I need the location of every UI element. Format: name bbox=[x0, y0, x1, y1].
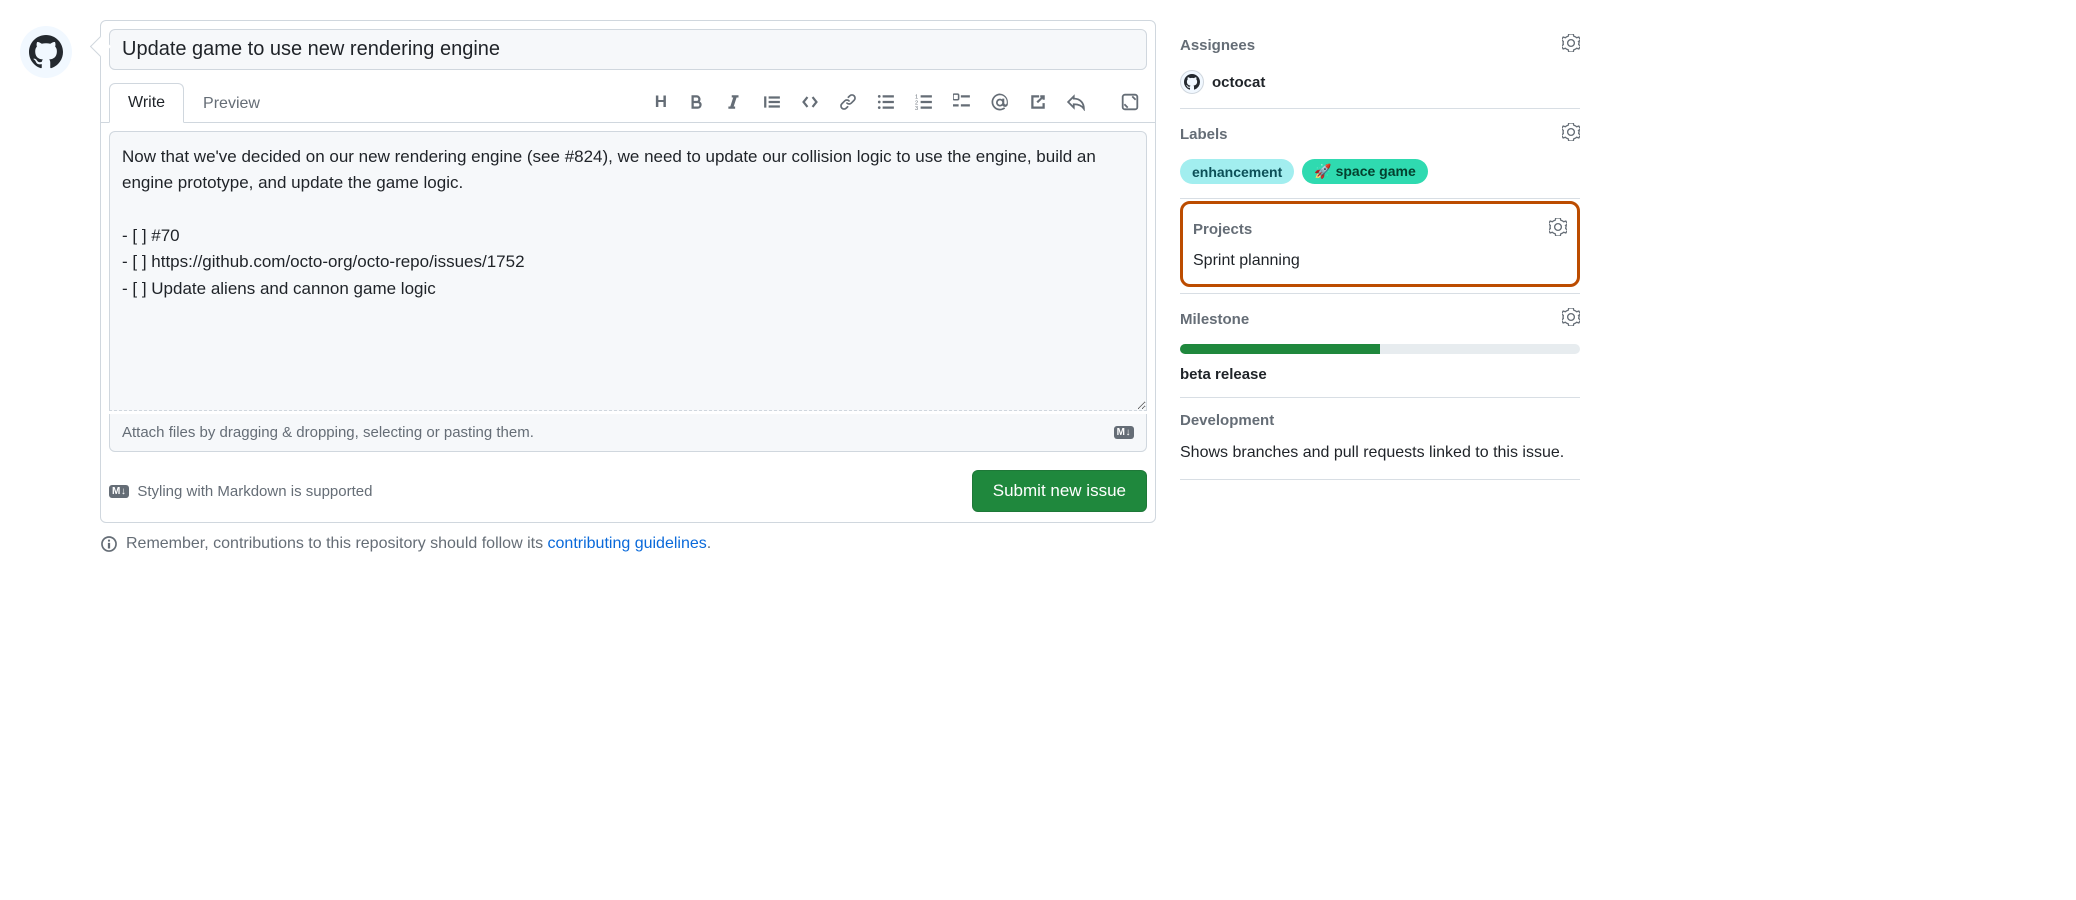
sidebar-development: Development Shows branches and pull requ… bbox=[1180, 398, 1580, 480]
link-icon[interactable] bbox=[839, 93, 857, 111]
projects-header: Projects bbox=[1193, 221, 1252, 238]
info-icon bbox=[100, 535, 118, 553]
development-header: Development bbox=[1180, 412, 1274, 429]
contributing-guidelines-note: Remember, contributions to this reposito… bbox=[100, 535, 1156, 553]
assignees-header: Assignees bbox=[1180, 37, 1255, 54]
svg-text:3: 3 bbox=[915, 106, 918, 111]
assignee-item[interactable]: octocat bbox=[1180, 70, 1580, 94]
milestone-header: Milestone bbox=[1180, 311, 1249, 328]
contributing-guidelines-link[interactable]: contributing guidelines bbox=[548, 535, 707, 552]
sidebar-labels: Labels enhancement 🚀 space game bbox=[1180, 109, 1580, 199]
markdown-hint-text: Styling with Markdown is supported bbox=[137, 483, 372, 500]
label-pill[interactable]: enhancement bbox=[1180, 159, 1294, 184]
guidelines-suffix: . bbox=[707, 535, 711, 552]
project-value[interactable]: Sprint planning bbox=[1193, 252, 1567, 270]
guidelines-prefix: Remember, contributions to this reposito… bbox=[126, 535, 548, 552]
ordered-list-icon[interactable]: 123 bbox=[915, 93, 933, 111]
reply-icon[interactable] bbox=[1067, 93, 1085, 111]
gear-icon[interactable] bbox=[1549, 218, 1567, 240]
markdown-badge-icon: M↓ bbox=[109, 485, 129, 498]
unordered-list-icon[interactable] bbox=[877, 93, 895, 111]
issue-title-input[interactable] bbox=[109, 29, 1147, 70]
milestone-name[interactable]: beta release bbox=[1180, 366, 1580, 383]
tab-preview[interactable]: Preview bbox=[184, 84, 279, 123]
development-description: Shows branches and pull requests linked … bbox=[1180, 441, 1580, 465]
label-pill[interactable]: 🚀 space game bbox=[1302, 159, 1427, 184]
sidebar-milestone: Milestone beta release bbox=[1180, 293, 1580, 398]
gear-icon[interactable] bbox=[1562, 123, 1580, 145]
gear-icon[interactable] bbox=[1562, 308, 1580, 330]
tasklist-icon[interactable] bbox=[953, 93, 971, 111]
markdown-supported-hint[interactable]: M↓ Styling with Markdown is supported bbox=[109, 483, 372, 500]
bold-icon[interactable] bbox=[687, 93, 705, 111]
assignee-avatar bbox=[1180, 70, 1204, 94]
sidebar-projects: Projects Sprint planning bbox=[1180, 201, 1580, 287]
cross-reference-icon[interactable] bbox=[1029, 93, 1047, 111]
labels-header: Labels bbox=[1180, 126, 1228, 143]
code-icon[interactable] bbox=[801, 93, 819, 111]
heading-icon[interactable]: H bbox=[655, 92, 667, 112]
submit-issue-button[interactable]: Submit new issue bbox=[972, 470, 1147, 512]
milestone-progress-bar bbox=[1180, 344, 1580, 354]
assignee-username: octocat bbox=[1212, 74, 1265, 91]
attach-files-hint[interactable]: Attach files by dragging & dropping, sel… bbox=[109, 414, 1147, 452]
italic-icon[interactable] bbox=[725, 93, 743, 111]
sidebar-assignees: Assignees octocat bbox=[1180, 20, 1580, 109]
quote-icon[interactable] bbox=[763, 93, 781, 111]
markdown-badge-icon[interactable]: M↓ bbox=[1114, 426, 1134, 439]
tab-write[interactable]: Write bbox=[109, 83, 184, 123]
issue-body-textarea[interactable] bbox=[109, 131, 1147, 411]
author-avatar bbox=[20, 26, 72, 78]
attach-hint-text: Attach files by dragging & dropping, sel… bbox=[122, 424, 534, 441]
new-issue-form: Write Preview H 123 bbox=[100, 20, 1156, 523]
gear-icon[interactable] bbox=[1562, 34, 1580, 56]
mention-icon[interactable] bbox=[991, 93, 1009, 111]
fullscreen-icon[interactable] bbox=[1121, 93, 1139, 111]
markdown-toolbar: H 123 bbox=[655, 92, 1147, 112]
octocat-icon bbox=[29, 35, 63, 69]
